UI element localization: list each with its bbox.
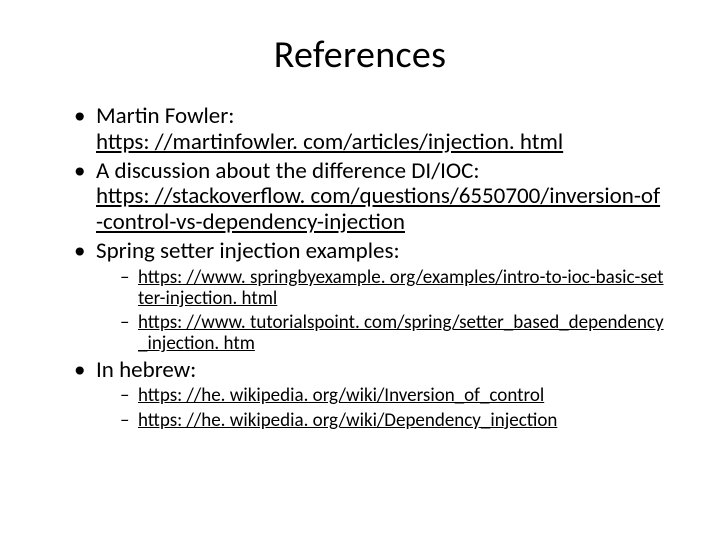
list-item: Spring setter injection examples: https:… xyxy=(72,239,666,355)
slide-title: References xyxy=(54,32,666,78)
reference-link[interactable]: https: //he. wikipedia. org/wiki/Inversi… xyxy=(138,384,544,407)
list-text: Spring setter injection examples: xyxy=(96,237,400,265)
sublist-item: https: //he. wikipedia. org/wiki/Depende… xyxy=(118,410,666,431)
reference-link[interactable]: https: //martinfowler. com/articles/inje… xyxy=(96,128,563,156)
sublist-item: https: //www. springbyexample. org/examp… xyxy=(118,267,666,310)
reference-link[interactable]: https: //www. springbyexample. org/examp… xyxy=(138,266,664,310)
list-item: A discussion about the difference DI/IOC… xyxy=(72,159,666,236)
list-item: Martin Fowler: https: //martinfowler. co… xyxy=(72,104,666,156)
sublist: https: //he. wikipedia. org/wiki/Inversi… xyxy=(96,385,666,431)
sublist: https: //www. springbyexample. org/examp… xyxy=(96,267,666,355)
reference-link[interactable]: https: //stackoverflow. com/questions/65… xyxy=(96,182,660,236)
reference-link[interactable]: https: //he. wikipedia. org/wiki/Depende… xyxy=(138,409,557,432)
list-text: Martin Fowler: xyxy=(96,102,234,130)
reference-link[interactable]: https: //www. tutorialspoint. com/spring… xyxy=(138,311,664,355)
reference-list: Martin Fowler: https: //martinfowler. co… xyxy=(54,104,666,431)
list-text: A discussion about the difference DI/IOC… xyxy=(96,157,480,185)
sublist-item: https: //he. wikipedia. org/wiki/Inversi… xyxy=(118,385,666,406)
sublist-item: https: //www. tutorialspoint. com/spring… xyxy=(118,312,666,355)
list-text: In hebrew: xyxy=(96,356,196,384)
list-item: In hebrew: https: //he. wikipedia. org/w… xyxy=(72,358,666,431)
